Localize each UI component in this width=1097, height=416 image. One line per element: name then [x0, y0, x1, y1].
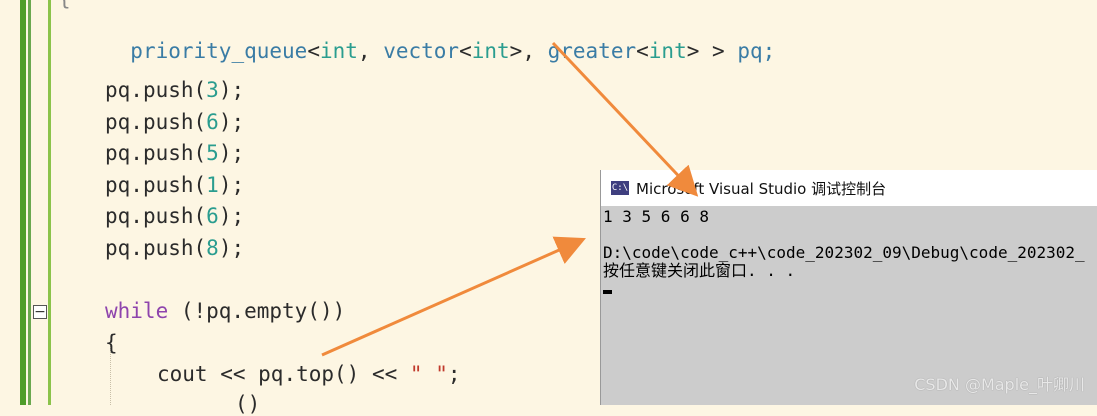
annotation-arrows: [321, 41, 699, 357]
arrow-greater-to-output: [551, 41, 699, 197]
csdn-watermark: CSDN @Maple_叶卿川: [914, 375, 1085, 394]
arrow-top-to-output: [321, 236, 586, 357]
